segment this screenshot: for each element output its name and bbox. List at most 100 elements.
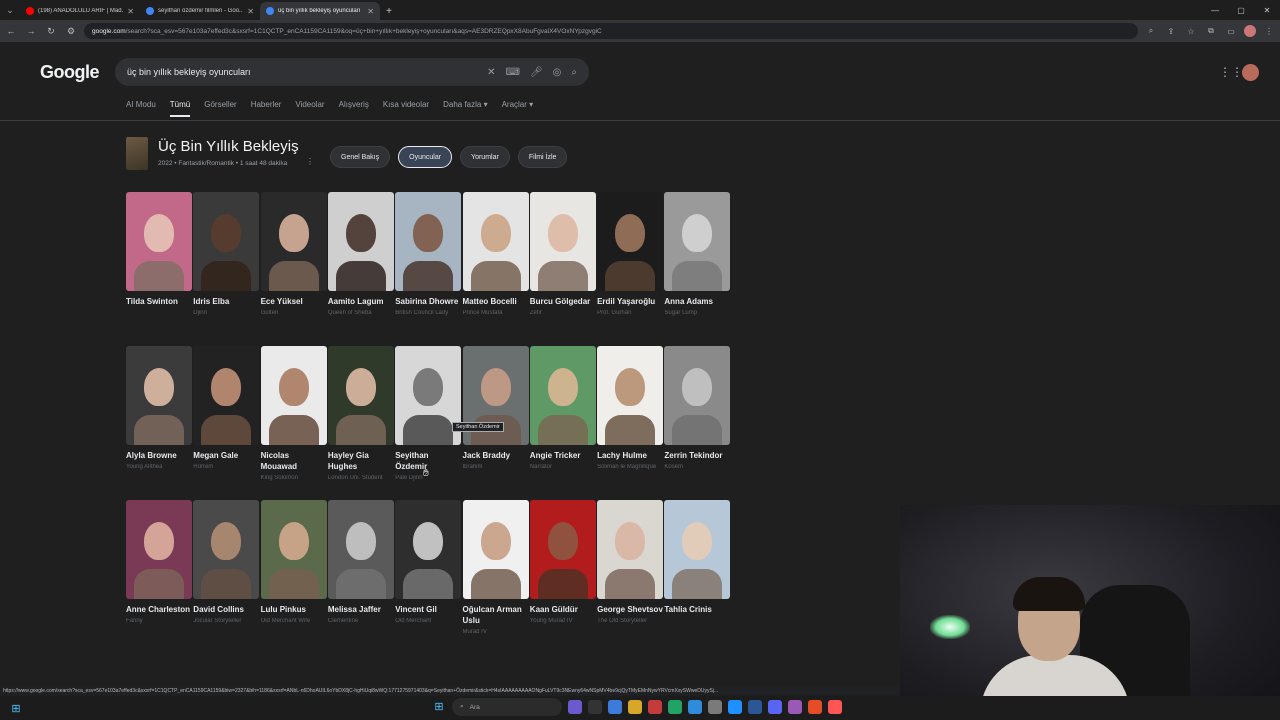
- taskbar-app-icon[interactable]: [588, 700, 602, 714]
- maximize-icon[interactable]: ▢: [1228, 0, 1254, 20]
- avatar[interactable]: [1242, 64, 1259, 81]
- cast-photo[interactable]: [126, 346, 192, 445]
- cast-card[interactable]: Erdil Yaşaroğlu Prof. Gürhan: [597, 192, 664, 316]
- cast-photo[interactable]: [193, 500, 260, 599]
- cast-card[interactable]: David Collins Jocular Storyteller: [193, 500, 260, 624]
- cast-name[interactable]: Aamito Lagum: [328, 297, 394, 308]
- more-options-icon[interactable]: ⋮: [306, 157, 314, 166]
- filter-ai-mode[interactable]: AI Modu: [126, 100, 156, 117]
- tab-youtube[interactable]: (198) ANADOLULU ARİF | Mad... ✕: [20, 2, 140, 20]
- cast-name[interactable]: Vincent Gil: [395, 605, 461, 616]
- cast-card[interactable]: Melissa Jaffer Clementine: [327, 500, 394, 624]
- cast-name[interactable]: Kaan Güldür: [530, 605, 596, 616]
- lens-icon[interactable]: ◎: [553, 67, 562, 78]
- cast-name[interactable]: Hayley Gia Hughes: [328, 451, 394, 473]
- taskbar-app-icon[interactable]: [788, 700, 802, 714]
- taskbar-app-icon[interactable]: [828, 700, 842, 714]
- cast-photo[interactable]: [529, 500, 596, 599]
- profile-avatar[interactable]: [1244, 25, 1256, 37]
- filter-short-videos[interactable]: Kısa videolar: [383, 100, 429, 117]
- cast-name[interactable]: Megan Gale: [193, 451, 259, 462]
- movie-title[interactable]: Üç Bin Yıllık Bekleyiş: [158, 138, 299, 155]
- cast-card[interactable]: Lachy Hulme Soliman le Magnifique: [597, 346, 664, 470]
- tab-search-icon[interactable]: ⌄: [0, 0, 20, 20]
- taskbar-app-icon[interactable]: [568, 700, 582, 714]
- chip-reviews[interactable]: Yorumlar: [460, 146, 510, 168]
- cast-photo[interactable]: [126, 192, 192, 291]
- cast-photo[interactable]: [327, 346, 394, 445]
- cast-card[interactable]: Oğulcan Arman Uslu Murad IV: [462, 500, 529, 635]
- bookmark-star-icon[interactable]: ☆: [1184, 27, 1198, 36]
- taskbar-app-icon[interactable]: [608, 700, 622, 714]
- taskbar-app-icon[interactable]: [648, 700, 662, 714]
- clear-icon[interactable]: ✕: [487, 67, 495, 78]
- filter-images[interactable]: Görseller: [204, 100, 236, 117]
- cast-card[interactable]: Anna Adams Sugar Lump: [664, 192, 731, 316]
- forward-icon[interactable]: →: [24, 26, 38, 36]
- cast-name[interactable]: Lulu Pinkus: [261, 605, 327, 616]
- cast-photo[interactable]: [260, 346, 327, 445]
- taskbar-app-icon[interactable]: [628, 700, 642, 714]
- extensions-icon[interactable]: ⧉: [1204, 26, 1218, 36]
- google-logo[interactable]: Google: [40, 62, 100, 83]
- cast-photo[interactable]: [664, 346, 731, 445]
- cast-name[interactable]: David Collins: [193, 605, 259, 616]
- cast-card[interactable]: Tahlia Crinis: [664, 500, 731, 618]
- cast-photo[interactable]: [529, 346, 596, 445]
- cast-name[interactable]: Matteo Bocelli: [463, 297, 529, 308]
- cast-card[interactable]: Ece Yüksel Gulten: [260, 192, 327, 316]
- taskbar-app-icon[interactable]: [728, 700, 742, 714]
- cast-photo[interactable]: [126, 500, 192, 599]
- taskbar-app-icon[interactable]: [708, 700, 722, 714]
- minimize-icon[interactable]: —: [1202, 0, 1228, 20]
- taskbar-search[interactable]: ⌕ Ara: [452, 698, 562, 716]
- cast-card[interactable]: Angie Tricker Narrator: [529, 346, 596, 470]
- cast-card[interactable]: Kaan Güldür Young Murad IV: [529, 500, 596, 624]
- cast-card[interactable]: Tilda Swinton: [126, 192, 192, 310]
- cast-name[interactable]: Oğulcan Arman Uslu: [463, 605, 529, 627]
- cast-photo[interactable]: [462, 192, 529, 291]
- filter-videos[interactable]: Videolar: [295, 100, 324, 117]
- cast-name[interactable]: Ece Yüksel: [261, 297, 327, 308]
- microphone-icon[interactable]: 🎤︎: [530, 67, 543, 78]
- zoom-icon[interactable]: ⌕: [1144, 26, 1158, 36]
- tab-google-search-2[interactable]: üç bin yıllık bekleyiş oyuncuları ✕: [260, 2, 380, 20]
- menu-dots-icon[interactable]: ⋮: [1262, 27, 1276, 36]
- cast-photo[interactable]: [462, 500, 529, 599]
- close-icon[interactable]: ✕: [127, 7, 134, 16]
- cast-photo[interactable]: [395, 500, 462, 599]
- cast-card[interactable]: George Shevtsov The Old Storyteller: [597, 500, 664, 624]
- cast-name[interactable]: George Shevtsov: [597, 605, 663, 616]
- cast-name[interactable]: Alyla Browne: [126, 451, 192, 462]
- cast-photo[interactable]: [395, 192, 462, 291]
- chip-watch[interactable]: Filmi İzle: [517, 146, 568, 168]
- cast-photo[interactable]: [193, 346, 260, 445]
- taskbar-app-icon[interactable]: [768, 700, 782, 714]
- cast-card[interactable]: Megan Gale Hürrem: [193, 346, 260, 470]
- cast-photo[interactable]: [597, 346, 664, 445]
- tab-google-search-1[interactable]: seyithan özdemir filmleri - Goo... ✕: [140, 2, 260, 20]
- cast-name[interactable]: Angie Tricker: [530, 451, 596, 462]
- windows-start-icon[interactable]: ⊞: [6, 698, 26, 718]
- cast-photo[interactable]: [664, 192, 731, 291]
- cast-card[interactable]: Hayley Gia Hughes London Uni. Student: [327, 346, 394, 481]
- search-bar[interactable]: ✕ ⌨ 🎤︎ ◎ ⌕: [115, 58, 589, 86]
- filter-tools[interactable]: Araçlar ▾: [502, 100, 534, 117]
- cast-name[interactable]: Anna Adams: [664, 297, 730, 308]
- sidebar-icon[interactable]: ▭: [1224, 27, 1238, 36]
- close-window-icon[interactable]: ✕: [1254, 0, 1280, 20]
- cast-photo[interactable]: [260, 192, 327, 291]
- taskbar-app-icon[interactable]: [748, 700, 762, 714]
- filter-all[interactable]: Tümü: [169, 100, 191, 117]
- taskbar-app-icon[interactable]: [668, 700, 682, 714]
- cast-card[interactable]: Vincent Gil Old Merchant: [395, 500, 462, 624]
- filter-shopping[interactable]: Alışveriş: [339, 100, 369, 117]
- search-input[interactable]: [127, 67, 478, 77]
- cast-photo[interactable]: [193, 192, 260, 291]
- new-tab-button[interactable]: +: [380, 2, 398, 20]
- cast-photo[interactable]: [327, 192, 394, 291]
- search-icon[interactable]: ⌕: [571, 67, 577, 78]
- cast-card[interactable]: Anne Charleston Fanny: [126, 500, 192, 624]
- cast-card[interactable]: Jack Braddy Ibrahim: [462, 346, 529, 470]
- taskbar-app-icon[interactable]: [808, 700, 822, 714]
